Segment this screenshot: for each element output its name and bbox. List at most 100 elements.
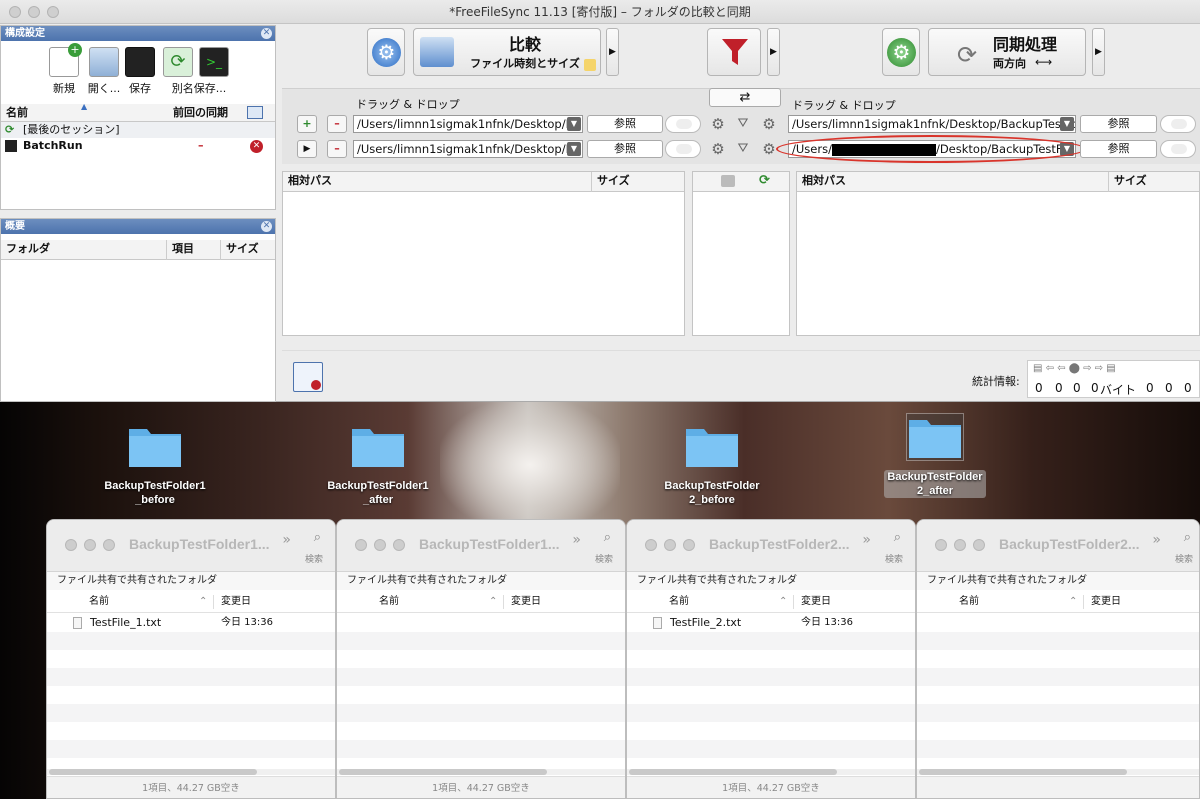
scrollbar-thumb[interactable] [49,769,257,775]
close-window-button[interactable] [935,539,947,551]
sync-dropdown[interactable]: ▶ [1092,28,1105,76]
col-name[interactable]: 名前 [89,591,109,613]
pair-sync-gear-icon[interactable]: ⚙ [760,115,778,133]
col-name[interactable]: 名前 [6,104,28,122]
camera-icon[interactable] [721,175,735,187]
col-date[interactable]: 変更日 [221,591,251,613]
pair-compare-gear-icon-2[interactable]: ⚙ [709,140,727,158]
col-items[interactable]: 項目 [172,240,194,258]
config-item-last-session[interactable]: ⟳ [最後のセッション] [1,122,275,138]
remove-folder-pair-button[interactable]: – [327,115,347,133]
col-folder[interactable]: フォルダ [6,240,50,258]
filter-button[interactable] [707,28,761,76]
horizontal-scrollbar[interactable] [337,769,625,775]
config-item-batchrun[interactable]: BatchRun – ✕ [1,138,275,154]
right-cloud-button-2[interactable] [1160,140,1196,158]
file-row[interactable]: TestFile_2.txt 今日 13:36 [627,614,915,632]
minimize-window-button[interactable] [374,539,386,551]
col-date[interactable]: 変更日 [801,591,831,613]
close-window-button[interactable] [355,539,367,551]
col-size[interactable]: サイズ [597,172,630,190]
compare-button[interactable]: 比較 ファイル時刻とサイズ [413,28,601,76]
new-button[interactable]: + 新規 [46,43,82,96]
zoom-window-button[interactable] [47,6,59,18]
minimize-window-button[interactable] [664,539,676,551]
middle-action-grid[interactable]: ⟳ [692,171,790,336]
log-icon[interactable] [293,362,323,392]
remove-folder-pair-button-2[interactable]: – [327,140,347,158]
minimize-window-button[interactable] [84,539,96,551]
compare-dropdown[interactable]: ▶ [606,28,619,76]
zoom-window-button[interactable] [973,539,985,551]
close-window-button[interactable] [9,6,21,18]
save-button[interactable]: 保存 [123,47,157,96]
left-folder-path-2[interactable]: /Users/limnn1sigmak1nfnk/Desktop/Ba ▼ [353,140,583,158]
right-cloud-button-1[interactable] [1160,115,1196,133]
left-cloud-button-2[interactable] [665,140,701,158]
open-button[interactable]: 開く... [84,47,124,96]
search-icon[interactable]: ⌕ [1184,530,1191,545]
search-icon[interactable]: ⌕ [604,530,611,545]
scrollbar-thumb[interactable] [629,769,837,775]
col-last-sync[interactable]: 前回の同期 [173,104,228,122]
scrollbar-thumb[interactable] [919,769,1127,775]
minimize-window-button[interactable] [28,6,40,18]
chevron-right-icon[interactable]: » [572,532,581,548]
pair-filter-icon-2[interactable]: ⛛ [734,140,752,158]
col-name[interactable]: 名前 [959,591,979,613]
pair-compare-gear-icon[interactable]: ⚙ [709,115,727,133]
col-size[interactable]: サイズ [226,240,259,258]
file-row[interactable]: TestFile_1.txt 今日 13:36 [47,614,335,632]
chevron-right-icon[interactable]: » [282,532,291,548]
batch-save-icon-button[interactable]: >_ [197,47,231,80]
horizontal-scrollbar[interactable] [47,769,335,775]
synchronize-button[interactable]: ⟳ 同期処理 両方向 ⟷ [928,28,1086,76]
minimize-window-button[interactable] [954,539,966,551]
chevron-right-icon[interactable]: » [1152,532,1161,548]
right-browse-button-1[interactable]: 参照 [1080,115,1157,133]
col-relative-path[interactable]: 相対パス [288,172,332,190]
swap-sides-button[interactable]: ⇄ [709,88,781,107]
expand-pair-button[interactable]: ▶ [297,140,317,158]
chevron-down-icon[interactable]: ▼ [567,117,581,131]
right-folder-path-1[interactable]: /Users/limnn1sigmak1nfnk/Desktop/BackupT… [788,115,1076,133]
search-icon[interactable]: ⌕ [894,530,901,545]
right-browse-button-2[interactable]: 参照 [1080,140,1157,158]
col-relative-path[interactable]: 相対パス [802,172,846,190]
desktop-folder-1-after[interactable]: BackupTestFolder1 _after [313,423,443,507]
filter-dropdown[interactable]: ▶ [767,28,780,76]
col-name[interactable]: 名前 [669,591,689,613]
remove-icon[interactable]: ✕ [250,140,263,153]
left-file-grid[interactable]: 相対パス サイズ [282,171,685,336]
horizontal-scrollbar[interactable] [627,769,915,775]
chevron-down-icon[interactable]: ▼ [1060,117,1074,131]
scrollbar-thumb[interactable] [339,769,547,775]
desktop-folder-1-before[interactable]: BackupTestFolder1 _before [90,423,220,507]
horizontal-scrollbar[interactable] [917,769,1199,775]
zoom-window-button[interactable] [393,539,405,551]
left-browse-button-1[interactable]: 参照 [587,115,663,133]
zoom-window-button[interactable] [103,539,115,551]
left-browse-button-2[interactable]: 参照 [587,140,663,158]
right-file-grid[interactable]: 相対パス サイズ [796,171,1200,336]
zoom-window-button[interactable] [683,539,695,551]
col-name[interactable]: 名前 [379,591,399,613]
pair-filter-icon[interactable]: ⛛ [734,115,752,133]
search-icon[interactable]: ⌕ [314,530,321,545]
left-cloud-button-1[interactable] [665,115,701,133]
chevron-right-icon[interactable]: » [862,532,871,548]
add-folder-pair-button[interactable]: + [297,115,317,133]
col-size[interactable]: サイズ [1114,172,1147,190]
close-icon[interactable]: ✕ [261,28,272,39]
compare-settings-button[interactable]: ⚙ [367,28,405,76]
columns-icon[interactable] [247,106,263,119]
desktop-folder-2-before[interactable]: BackupTestFolder 2_before [647,423,777,507]
close-icon[interactable]: ✕ [261,221,272,232]
col-date[interactable]: 変更日 [1091,591,1121,613]
col-date[interactable]: 変更日 [511,591,541,613]
close-window-button[interactable] [645,539,657,551]
chevron-down-icon[interactable]: ▼ [567,142,581,156]
sync-settings-button[interactable]: ⚙ [882,28,920,76]
close-window-button[interactable] [65,539,77,551]
left-folder-path-1[interactable]: /Users/limnn1sigmak1nfnk/Desktop/Ba ▼ [353,115,583,133]
